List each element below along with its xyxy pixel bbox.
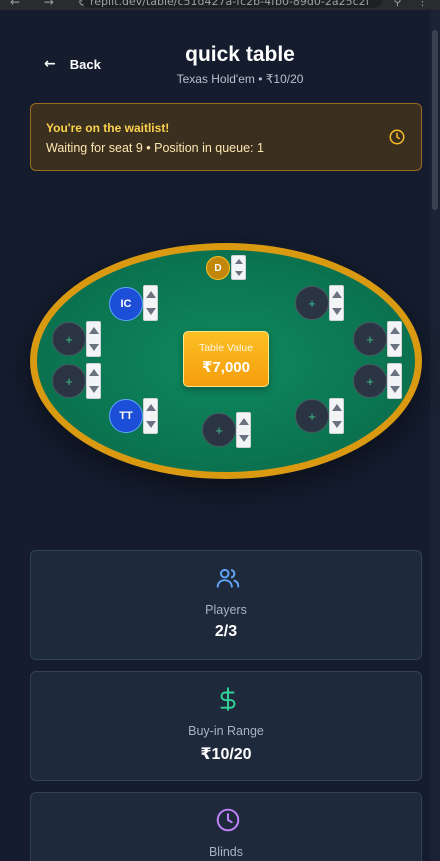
table-value-badge: Table Value ₹7,000 xyxy=(183,331,269,387)
stepper-down-icon[interactable] xyxy=(145,421,156,428)
stepper-down-icon[interactable] xyxy=(234,270,243,276)
page-scrollbar[interactable] xyxy=(430,10,440,861)
stepper-down-icon[interactable] xyxy=(88,344,99,351)
empty-seat[interactable]: + xyxy=(52,364,86,398)
empty-seat[interactable]: + xyxy=(295,286,329,320)
stepper-up-icon[interactable] xyxy=(145,291,156,298)
stepper-up-icon[interactable] xyxy=(88,369,99,376)
players-label: Players xyxy=(205,603,247,617)
seat-stepper[interactable] xyxy=(236,412,251,448)
empty-seat[interactable]: + xyxy=(353,322,387,356)
clock-icon xyxy=(389,129,405,145)
poker-table: Table Value ₹7,000 D IC + + + + + TT + + xyxy=(30,243,422,479)
stepper-up-icon[interactable] xyxy=(389,327,400,334)
empty-seat[interactable]: + xyxy=(353,364,387,398)
browser-extension-icons[interactable]: ⚲ ⋮ xyxy=(393,0,434,8)
page-title: quick table xyxy=(185,43,295,66)
empty-seat[interactable]: + xyxy=(52,322,86,356)
stepper-down-icon[interactable] xyxy=(389,344,400,351)
stepper-down-icon[interactable] xyxy=(331,308,342,315)
empty-seat[interactable]: + xyxy=(202,413,236,447)
table-value-amount: ₹7,000 xyxy=(202,359,250,376)
seat-stepper[interactable] xyxy=(329,398,344,434)
empty-seat[interactable]: + xyxy=(295,399,329,433)
blinds-label: Blinds xyxy=(208,845,244,859)
dollar-icon xyxy=(220,687,236,711)
buy-in-value: ₹10/20 xyxy=(200,746,252,763)
player-seat-tt[interactable]: TT xyxy=(109,399,143,433)
browser-toolbar: ← → ↻ replit.dev/table/c51d427a-fc2b-4fb… xyxy=(0,0,440,10)
blinds-card: Blinds xyxy=(30,792,422,861)
stepper-down-icon[interactable] xyxy=(331,421,342,428)
waitlist-title: You're on the waitlist! xyxy=(46,121,170,135)
seat-stepper[interactable] xyxy=(143,398,158,434)
players-card: Players 2/3 xyxy=(30,550,422,660)
stepper-up-icon[interactable] xyxy=(331,291,342,298)
stepper-up-icon[interactable] xyxy=(234,259,243,265)
stepper-up-icon[interactable] xyxy=(88,327,99,334)
buy-in-label: Buy-in Range xyxy=(188,724,264,738)
users-icon xyxy=(216,568,240,588)
seat-stepper[interactable] xyxy=(143,285,158,321)
stepper-up-icon[interactable] xyxy=(238,418,249,425)
table-value-label: Table Value xyxy=(198,342,254,354)
buy-in-card: Buy-in Range ₹10/20 xyxy=(30,671,422,781)
waitlist-banner: You're on the waitlist! Waiting for seat… xyxy=(30,103,422,171)
address-bar[interactable]: replit.dev/table/c51d427a-fc2b-4fb0-89d0… xyxy=(82,0,382,8)
seat-stepper[interactable] xyxy=(86,321,101,357)
dealer-stepper[interactable] xyxy=(231,255,246,280)
clock-icon xyxy=(216,808,240,832)
stepper-up-icon[interactable] xyxy=(145,404,156,411)
seat-stepper[interactable] xyxy=(86,363,101,399)
players-value: 2/3 xyxy=(214,623,238,640)
page-subtitle: Texas Hold'em • ₹10/20 xyxy=(176,72,304,86)
seat-stepper[interactable] xyxy=(329,285,344,321)
stepper-down-icon[interactable] xyxy=(238,435,249,442)
stepper-down-icon[interactable] xyxy=(145,308,156,315)
stepper-up-icon[interactable] xyxy=(331,404,342,411)
stepper-down-icon[interactable] xyxy=(88,386,99,393)
stepper-up-icon[interactable] xyxy=(389,369,400,376)
seat-stepper[interactable] xyxy=(387,363,402,399)
player-seat-ic[interactable]: IC xyxy=(109,287,143,321)
waitlist-message: Waiting for seat 9 • Position in queue: … xyxy=(46,141,264,155)
stepper-down-icon[interactable] xyxy=(389,386,400,393)
dealer-button: D xyxy=(206,256,230,280)
seat-stepper[interactable] xyxy=(387,321,402,357)
